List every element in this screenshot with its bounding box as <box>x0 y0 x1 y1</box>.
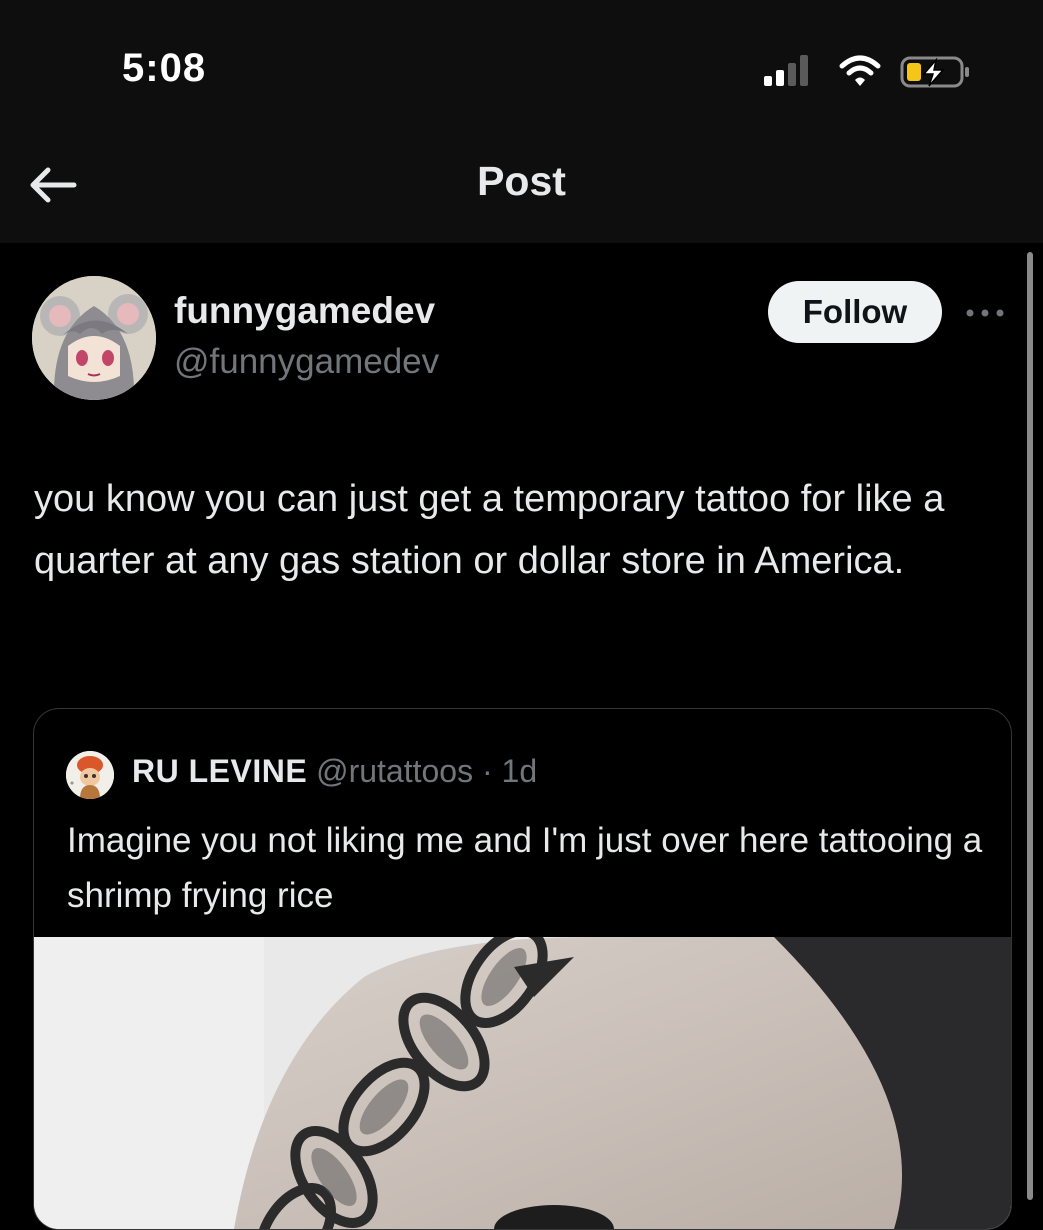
quoted-author-name[interactable]: RU LEVINE <box>132 753 307 789</box>
quoted-post-text: Imagine you not liking me and I'm just o… <box>67 821 983 915</box>
author-avatar[interactable] <box>32 276 156 400</box>
wifi-icon <box>839 55 881 86</box>
more-dots-icon[interactable] <box>960 298 1010 328</box>
meta-separator: · <box>481 753 493 789</box>
cellular-signal-icon <box>764 55 808 86</box>
author-display-name[interactable]: funnygamedev <box>174 290 435 332</box>
battery-charging-icon <box>900 56 969 88</box>
page-title: Post <box>477 158 566 204</box>
quoted-author-avatar[interactable] <box>66 751 114 799</box>
post-text: you know you can just get a temporary ta… <box>34 478 945 582</box>
author-handle[interactable]: @funnygamedev <box>174 342 439 382</box>
status-icons <box>764 55 969 88</box>
quoted-author-handle[interactable]: @rutattoos <box>316 753 473 789</box>
quoted-post-meta: RU LEVINE @rutattoos · 1d <box>132 753 537 790</box>
scrollbar[interactable] <box>1027 252 1033 1200</box>
top-bar <box>0 0 1043 243</box>
follow-button[interactable]: Follow <box>768 281 942 343</box>
quoted-post-card[interactable]: RU LEVINE @rutattoos · 1d Imagine you no… <box>33 708 1012 1230</box>
quoted-post-image[interactable] <box>34 937 1011 1229</box>
quoted-post-time: 1d <box>501 753 538 789</box>
status-time: 5:08 <box>122 46 207 90</box>
